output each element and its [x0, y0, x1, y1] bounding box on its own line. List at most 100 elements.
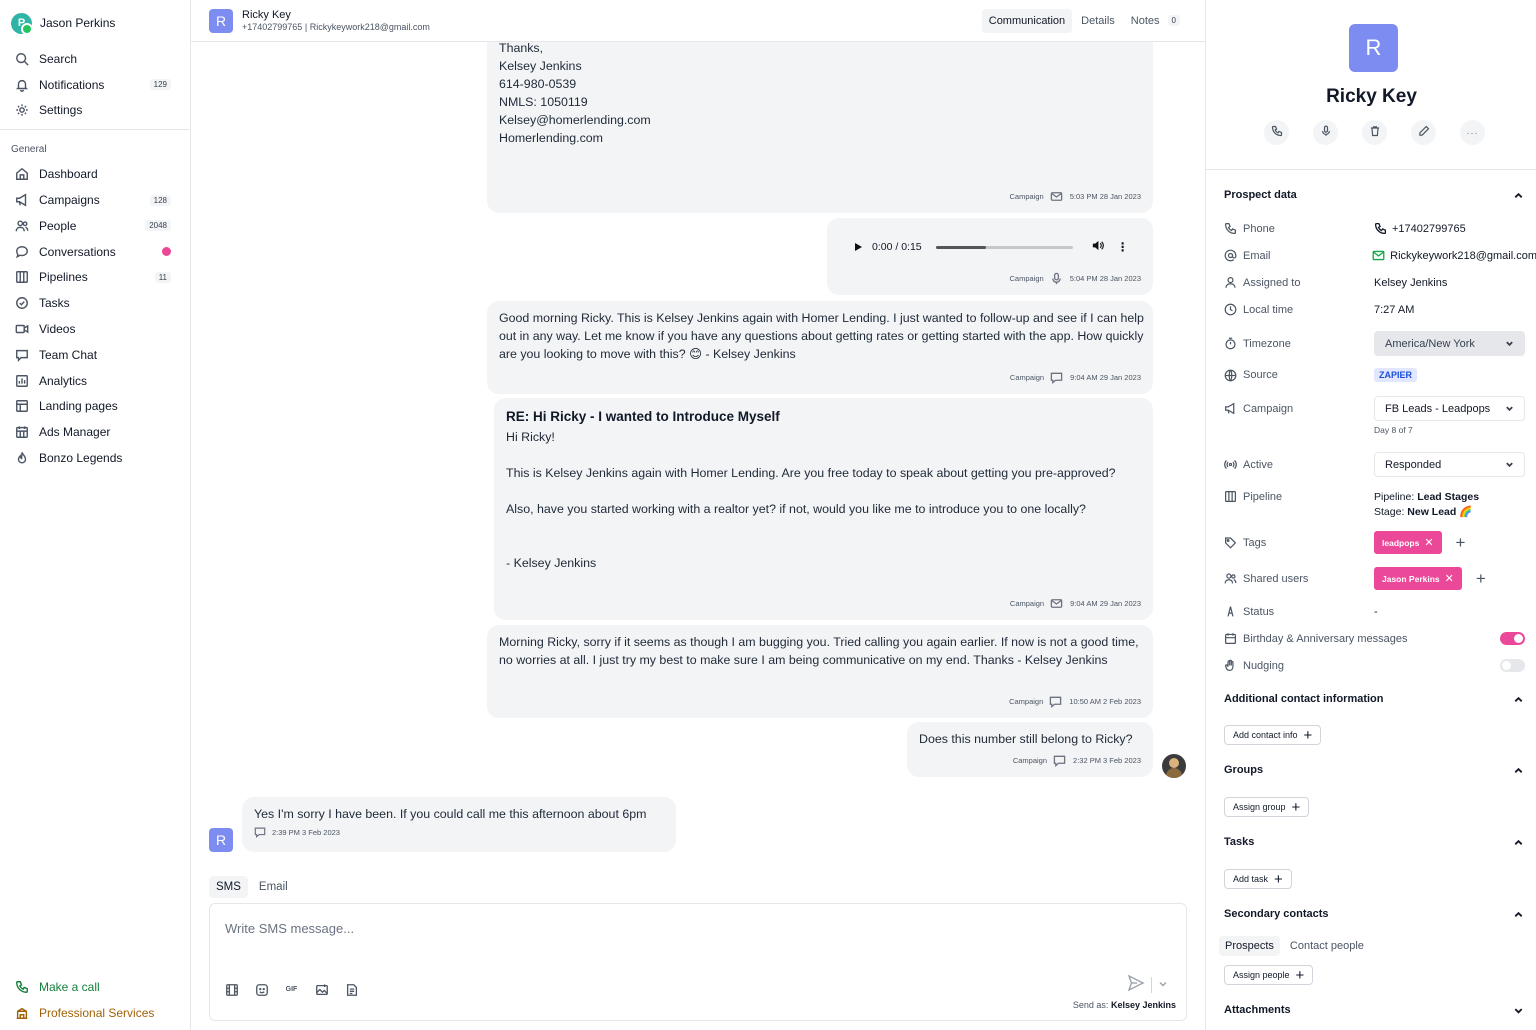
- active-value: Responded: [1385, 458, 1442, 471]
- user-menu[interactable]: P Jason Perkins: [0, 0, 190, 46]
- sidebar-item-tasks[interactable]: Tasks: [0, 290, 190, 316]
- film-icon[interactable]: [224, 982, 239, 997]
- sidebar-item-team-chat[interactable]: Team Chat: [0, 342, 190, 368]
- tag-pill[interactable]: leadpops ✕: [1374, 531, 1442, 554]
- audio-time: 0:00 / 0:15: [872, 241, 922, 253]
- chevron-down-icon: [1506, 341, 1513, 347]
- tag-icon: [1224, 536, 1237, 549]
- field-label: Birthday & Anniversary messages: [1243, 632, 1408, 645]
- tab-communication[interactable]: Communication: [981, 8, 1073, 33]
- header-tabs: Communication Details Notes 0: [981, 8, 1187, 33]
- active-select[interactable]: Responded: [1374, 452, 1525, 477]
- tab-details[interactable]: Details: [1074, 9, 1122, 33]
- volume-icon[interactable]: [1091, 239, 1104, 255]
- user-icon: [1224, 276, 1237, 289]
- audio-player[interactable]: 0:00 / 0:15 ⋮: [844, 236, 1134, 258]
- assigned-value[interactable]: Kelsey Jenkins: [1374, 277, 1447, 289]
- section-tasks[interactable]: Tasks: [1224, 836, 1524, 848]
- message-composer[interactable]: Write SMS message... GIF Send as: Kelsey…: [209, 903, 1187, 1021]
- assign-people-button[interactable]: Assign people +: [1224, 965, 1314, 985]
- sidebar-item-settings[interactable]: Settings: [0, 98, 190, 124]
- field-phone: Phone +17402799765: [1224, 222, 1536, 235]
- gif-icon[interactable]: GIF: [284, 982, 299, 997]
- sidebar-item-label: Conversations: [39, 244, 116, 259]
- message-thread[interactable]: Thanks, Kelsey Jenkins 614-980-0539 NMLS…: [191, 42, 1205, 872]
- add-tag-icon[interactable]: +: [1456, 533, 1466, 553]
- contact-subline: +17402799765 | Rickykeywork218@gmail.com: [242, 22, 430, 32]
- at-icon: [1224, 249, 1237, 262]
- timer-icon: [1224, 337, 1237, 350]
- professional-services-button[interactable]: Professional Services: [0, 1000, 190, 1026]
- pipeline-value[interactable]: Pipeline: Lead Stages Stage: New Lead 🌈: [1374, 490, 1479, 520]
- chevron-down-icon[interactable]: [1158, 977, 1168, 992]
- field-label: Status: [1243, 605, 1275, 618]
- message-input[interactable]: Write SMS message...: [225, 921, 354, 936]
- close-icon[interactable]: ✕: [1424, 536, 1433, 549]
- section-attachments[interactable]: Attachments: [1224, 1004, 1524, 1016]
- nudging-toggle[interactable]: [1500, 659, 1525, 672]
- send-controls: [1127, 974, 1168, 995]
- add-task-button[interactable]: Add task +: [1224, 869, 1292, 889]
- add-contact-info-button[interactable]: Add contact info +: [1224, 725, 1322, 745]
- emoji-icon[interactable]: [254, 982, 269, 997]
- sidebar-item-conversations[interactable]: Conversations: [0, 239, 190, 265]
- sidebar-item-notifications[interactable]: Notifications 129: [0, 72, 190, 98]
- sidebar-item-bonzo-legends[interactable]: Bonzo Legends: [0, 445, 190, 471]
- chevron-up-icon: [1514, 767, 1523, 773]
- sidebar-item-search[interactable]: Search: [0, 46, 190, 72]
- section-additional-contact[interactable]: Additional contact information: [1224, 693, 1524, 705]
- add-shared-user-icon[interactable]: +: [1476, 569, 1486, 589]
- sidebar-item-videos[interactable]: Videos: [0, 316, 190, 342]
- send-as-name[interactable]: Kelsey Jenkins: [1111, 1000, 1176, 1010]
- sidebar-item-people[interactable]: People 2048: [0, 213, 190, 239]
- send-as-label: Send as:: [1072, 1000, 1109, 1010]
- sidebar-item-pipelines[interactable]: Pipelines 11: [0, 265, 190, 291]
- section-prospect-data[interactable]: Prospect data: [1224, 189, 1524, 201]
- close-icon[interactable]: ✕: [1445, 572, 1454, 585]
- image-icon[interactable]: [314, 982, 329, 997]
- section-groups[interactable]: Groups: [1224, 764, 1524, 776]
- unread-dot: [162, 247, 171, 257]
- email-value[interactable]: Rickykeywork218@gmail.com: [1390, 250, 1536, 262]
- audio-progress-bar[interactable]: [935, 245, 1073, 249]
- delete-button[interactable]: [1362, 120, 1387, 145]
- play-icon[interactable]: [855, 243, 862, 251]
- assign-group-button[interactable]: Assign group +: [1224, 797, 1310, 817]
- tab-contact-people[interactable]: Contact people: [1284, 936, 1370, 956]
- sidebar-item-analytics[interactable]: Analytics: [0, 368, 190, 394]
- sidebar-item-dashboard[interactable]: Dashboard: [0, 161, 190, 187]
- contact-avatar[interactable]: R: [209, 8, 233, 33]
- make-call-button[interactable]: Make a call: [0, 974, 190, 1000]
- edit-button[interactable]: [1411, 120, 1436, 145]
- sidebar-item-landing-pages[interactable]: Landing pages: [0, 394, 190, 420]
- campaign-select[interactable]: FB Leads - Leadpops: [1374, 396, 1525, 421]
- call-button[interactable]: [1264, 120, 1289, 145]
- timezone-select[interactable]: America/New York: [1374, 331, 1525, 356]
- more-button[interactable]: ···: [1460, 120, 1485, 145]
- tab-email[interactable]: Email: [252, 876, 295, 898]
- sidebar-item-ads-manager[interactable]: Ads Manager: [0, 419, 190, 445]
- field-label: Local time: [1243, 303, 1294, 316]
- tab-notes[interactable]: Notes 0: [1124, 9, 1187, 33]
- section-title: Secondary contacts: [1224, 908, 1329, 920]
- field-active: Active Responded: [1224, 452, 1536, 477]
- sidebar-item-label: Dashboard: [39, 167, 98, 182]
- voicemail-button[interactable]: [1313, 120, 1338, 145]
- shared-user-label: Jason Perkins: [1382, 573, 1440, 584]
- shared-user-pill[interactable]: Jason Perkins ✕: [1374, 567, 1462, 590]
- tab-sms[interactable]: SMS: [209, 876, 248, 898]
- sidebar-item-campaigns[interactable]: Campaigns 128: [0, 187, 190, 213]
- conversation-header: R Ricky Key +17402799765 | Rickykeywork2…: [191, 0, 1205, 42]
- sidebar-section-title: General: [11, 144, 47, 156]
- phone-value[interactable]: +17402799765: [1392, 223, 1466, 235]
- section-secondary-contacts[interactable]: Secondary contacts: [1224, 908, 1524, 920]
- birthday-toggle[interactable]: [1500, 632, 1525, 645]
- tab-prospects[interactable]: Prospects: [1219, 936, 1280, 956]
- more-vertical-icon[interactable]: ⋮: [1117, 241, 1129, 253]
- sms-icon: [1049, 695, 1062, 708]
- send-icon[interactable]: [1127, 974, 1145, 995]
- document-icon[interactable]: [344, 982, 359, 997]
- phone-icon: [1374, 222, 1387, 235]
- mic-icon: [1050, 272, 1063, 285]
- plus-icon: +: [1291, 798, 1301, 816]
